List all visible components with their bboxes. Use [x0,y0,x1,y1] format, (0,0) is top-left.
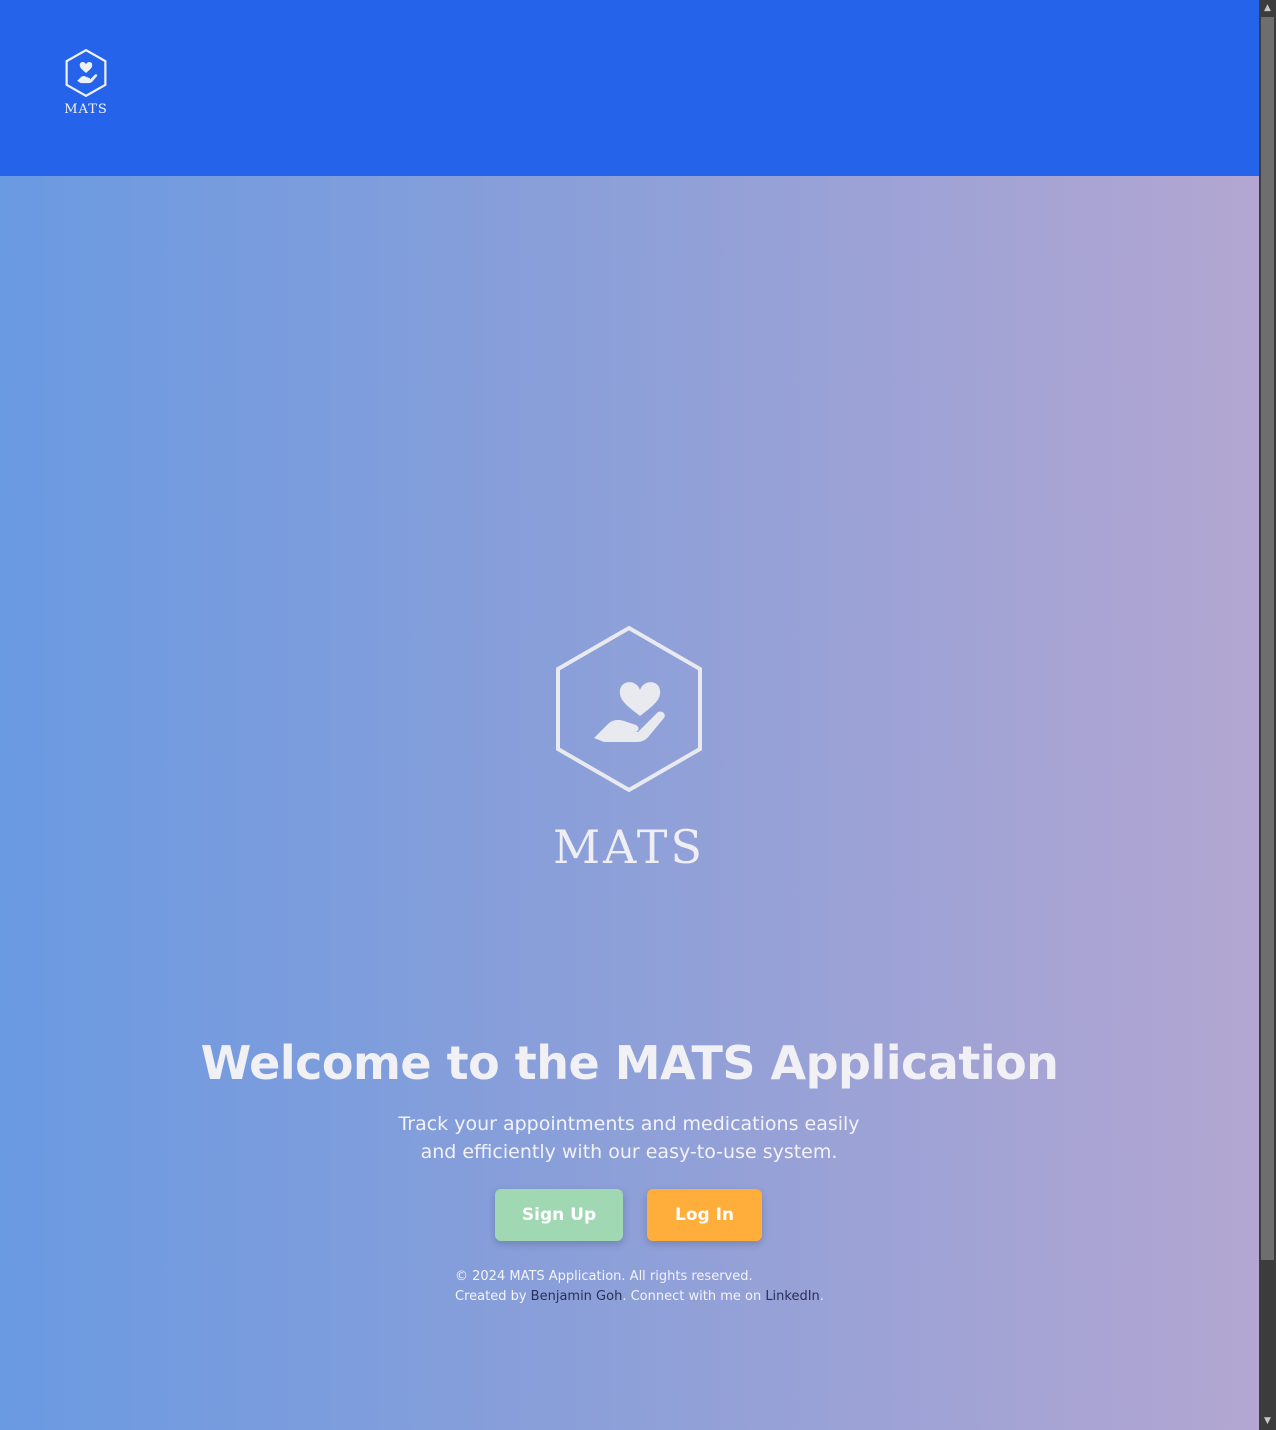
hero-tagline: Track your appointments and medications … [398,1113,860,1163]
connect-text: . Connect with me on [622,1289,766,1304]
top-navbar: MATS [0,0,1259,176]
page-footer: © 2024 MATS Application. All rights rese… [455,1267,824,1307]
page-title: Welcome to the MATS Application [200,1036,1059,1090]
vertical-scrollbar[interactable]: ▲ ▼ [1259,0,1276,1430]
scrollbar-thumb[interactable] [1261,17,1274,1260]
hexagon-hand-heart-icon [65,48,107,98]
header-brand[interactable]: MATS [58,48,114,117]
copyright-text: © 2024 MATS Application. All rights rese… [455,1269,753,1284]
author-link[interactable]: Benjamin Goh [531,1289,623,1304]
hexagon-hand-heart-icon [556,625,702,793]
header-brand-name: MATS [64,102,108,117]
credit-suffix: . [819,1289,824,1304]
credit-prefix: Created by [455,1289,531,1304]
hero-section: MATS Welcome to the MATS Application Tra… [0,176,1259,1430]
sign-up-button[interactable]: Sign Up [495,1189,623,1241]
log-in-button[interactable]: Log In [647,1189,762,1241]
credit-line: Created by Benjamin Goh. Connect with me… [455,1287,824,1307]
hero-actions: Sign Up Log In [495,1189,762,1241]
page-viewport: MATS MATS Welcome to the MATS Applicatio… [0,0,1259,1430]
hero-logo: MATS [549,624,709,870]
scroll-up-arrow-icon[interactable]: ▲ [1259,0,1276,17]
hero-logo-text: MATS [553,820,705,874]
scroll-down-arrow-icon[interactable]: ▼ [1259,1413,1276,1430]
linkedin-link[interactable]: LinkedIn [765,1289,819,1304]
